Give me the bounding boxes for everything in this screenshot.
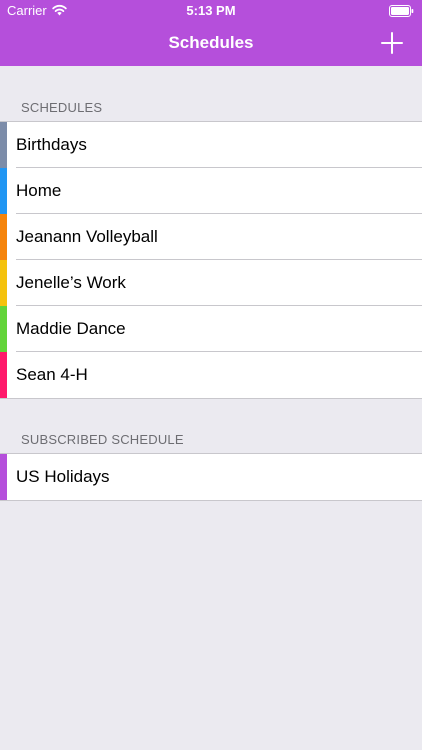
schedule-color-stripe [0, 214, 7, 260]
schedule-row-us-holidays[interactable]: US Holidays [0, 454, 422, 500]
status-bar: Carrier 5:13 PM [0, 0, 422, 22]
schedule-row-home[interactable]: Home [0, 167, 422, 214]
schedule-row-birthdays[interactable]: Birthdays [0, 122, 422, 168]
plus-icon [381, 32, 403, 54]
schedule-row-maddie-dance[interactable]: Maddie Dance [0, 305, 422, 352]
schedules-section-header: SCHEDULES [21, 100, 103, 115]
navigation-bar: Carrier 5:13 PM Schedules [0, 0, 422, 66]
schedule-label: Birthdays [16, 135, 87, 154]
page-title: Schedules [168, 33, 254, 52]
schedule-color-stripe [0, 454, 7, 500]
battery-icon [389, 5, 414, 17]
schedule-color-stripe [0, 352, 7, 398]
schedule-label: Sean 4-H [16, 365, 88, 384]
add-schedule-button[interactable] [380, 31, 404, 55]
schedule-label: US Holidays [16, 467, 110, 486]
schedule-color-stripe [0, 260, 7, 306]
schedule-color-stripe [0, 122, 7, 168]
schedule-row-jeanann-volleyball[interactable]: Jeanann Volleyball [0, 213, 422, 260]
status-time: 5:13 PM [186, 3, 236, 18]
schedule-label: Jenelle’s Work [16, 273, 126, 292]
schedule-label: Maddie Dance [16, 319, 126, 338]
schedules-list: Birthdays Home Jeanann Volleyball Jenell… [0, 121, 422, 399]
schedule-row-jenelles-work[interactable]: Jenelle’s Work [0, 259, 422, 306]
schedule-color-stripe [0, 168, 7, 214]
subscribed-section-header: SUBSCRIBED SCHEDULE [21, 432, 184, 447]
schedule-color-stripe [0, 306, 7, 352]
schedule-label: Home [16, 181, 62, 200]
schedule-row-sean-4h[interactable]: Sean 4-H [0, 351, 422, 398]
subscribed-list: US Holidays [0, 453, 422, 501]
schedule-label: Jeanann Volleyball [16, 227, 158, 246]
